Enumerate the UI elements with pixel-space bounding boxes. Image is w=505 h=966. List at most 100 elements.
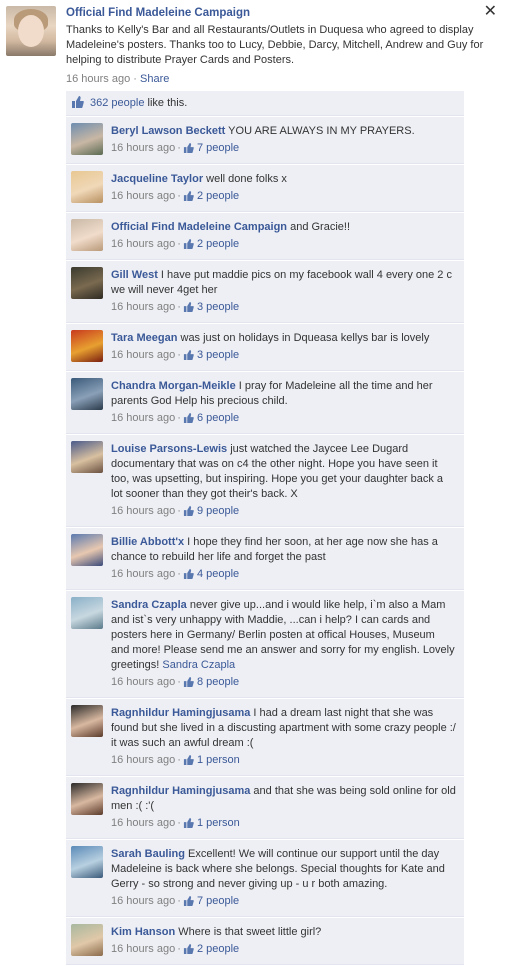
commenter-name-link[interactable]: Official Find Madeleine Campaign <box>111 221 287 233</box>
commenter-avatar[interactable] <box>71 783 103 815</box>
meta-separator: · <box>177 895 181 907</box>
like-thumb-icon <box>183 755 194 769</box>
likes-summary: 362 people like this. <box>90 97 187 109</box>
likes-count-link[interactable]: 362 people <box>90 97 144 109</box>
meta-separator: · <box>177 568 181 580</box>
comment-likes-link[interactable]: 6 people <box>194 412 239 424</box>
comment-likes-link[interactable]: 9 people <box>194 505 239 517</box>
post-author-avatar[interactable] <box>6 6 56 56</box>
commenter-name-link[interactable]: Ragnhildur Hamingjusama <box>111 785 250 797</box>
comment-row: Sandra Czapla never give up...and i woul… <box>66 591 464 698</box>
comment-likes-link[interactable]: 8 people <box>194 676 239 688</box>
comment-meta: 16 hours ago · 6 people <box>111 411 456 427</box>
like-thumb-icon <box>183 143 194 157</box>
comment-row: Gill West I have put maddie pics on my f… <box>66 261 464 323</box>
comment-meta: 16 hours ago · 3 people <box>111 300 456 316</box>
comment-text: well done folks x <box>203 173 287 185</box>
meta-separator: · <box>130 73 140 85</box>
comment-timestamp[interactable]: 16 hours ago <box>111 505 175 517</box>
comment-likes-link[interactable]: 3 people <box>194 349 239 361</box>
commenter-name-link[interactable]: Gill West <box>111 269 158 281</box>
commenter-avatar[interactable] <box>71 846 103 878</box>
like-thumb-icon <box>183 818 194 832</box>
like-thumb-icon <box>183 944 194 958</box>
comment-likes-link[interactable]: 7 people <box>194 895 239 907</box>
commenter-avatar[interactable] <box>71 171 103 203</box>
comment-timestamp[interactable]: 16 hours ago <box>111 301 175 313</box>
comment-timestamp[interactable]: 16 hours ago <box>111 754 175 766</box>
comment-meta: 16 hours ago · 1 person <box>111 753 456 769</box>
comment-likes-link[interactable]: 1 person <box>194 754 240 766</box>
meta-separator: · <box>177 142 181 154</box>
comment-likes-link[interactable]: 4 people <box>194 568 239 580</box>
comment-timestamp[interactable]: 16 hours ago <box>111 349 175 361</box>
comment-body: Ragnhildur Hamingjusama I had a dream la… <box>111 699 464 775</box>
comment-meta: 16 hours ago · 7 people <box>111 894 456 910</box>
commenter-name-link[interactable]: Tara Meegan <box>111 332 177 344</box>
post-timestamp[interactable]: 16 hours ago <box>66 73 130 85</box>
share-link[interactable]: Share <box>140 73 169 85</box>
comment-timestamp[interactable]: 16 hours ago <box>111 568 175 580</box>
commenter-avatar[interactable] <box>71 534 103 566</box>
comment-meta: 16 hours ago · 8 people <box>111 675 456 691</box>
comment-body: Sarah Bauling Excellent! We will continu… <box>111 840 464 916</box>
commenter-avatar[interactable] <box>71 924 103 956</box>
comment-timestamp[interactable]: 16 hours ago <box>111 142 175 154</box>
post-text: Thanks to Kelly's Bar and all Restaurant… <box>66 24 484 66</box>
commenter-avatar[interactable] <box>71 597 103 629</box>
post-author-link[interactable]: Official Find Madeleine Campaign <box>66 6 486 20</box>
commenter-name-link[interactable]: Ragnhildur Hamingjusama <box>111 707 250 719</box>
comment-likes-link[interactable]: 7 people <box>194 142 239 154</box>
meta-separator: · <box>177 817 181 829</box>
comment-text: YOU ARE ALWAYS IN MY PRAYERS. <box>225 125 415 137</box>
comment-row: Beryl Lawson Beckett YOU ARE ALWAYS IN M… <box>66 117 464 164</box>
comment-body: Official Find Madeleine Campaign and Gra… <box>111 213 464 259</box>
comment-meta: 16 hours ago · 7 people <box>111 141 456 157</box>
comment-timestamp[interactable]: 16 hours ago <box>111 943 175 955</box>
comment-timestamp[interactable]: 16 hours ago <box>111 412 175 424</box>
comment-body: Kim Hanson Where is that sweet little gi… <box>111 918 464 964</box>
comment-body: Chandra Morgan-Meikle I pray for Madelei… <box>111 372 464 433</box>
comment-timestamp[interactable]: 16 hours ago <box>111 676 175 688</box>
comment-likes-link[interactable]: 2 people <box>194 190 239 202</box>
comment-meta: 16 hours ago · 2 people <box>111 237 456 253</box>
comment-mention-link[interactable]: Sandra Czapla <box>162 659 235 671</box>
commenter-avatar[interactable] <box>71 123 103 155</box>
commenter-avatar[interactable] <box>71 441 103 473</box>
comment-row: Ragnhildur Hamingjusama and that she was… <box>66 777 464 839</box>
commenter-name-link[interactable]: Billie Abbott'x <box>111 536 184 548</box>
comment-likes-link[interactable]: 3 people <box>194 301 239 313</box>
comment-timestamp[interactable]: 16 hours ago <box>111 817 175 829</box>
commenter-avatar[interactable] <box>71 705 103 737</box>
comment-row: Tara Meegan was just on holidays in Dque… <box>66 324 464 371</box>
commenter-name-link[interactable]: Chandra Morgan-Meikle <box>111 380 236 392</box>
commenter-avatar[interactable] <box>71 219 103 251</box>
comment-body: Ragnhildur Hamingjusama and that she was… <box>111 777 464 838</box>
commenter-avatar[interactable] <box>71 267 103 299</box>
commenter-avatar[interactable] <box>71 330 103 362</box>
comment-row: Billie Abbott'x I hope they find her soo… <box>66 528 464 590</box>
comment-body: Billie Abbott'x I hope they find her soo… <box>111 528 464 589</box>
comment-row: Chandra Morgan-Meikle I pray for Madelei… <box>66 372 464 434</box>
commenter-name-link[interactable]: Beryl Lawson Beckett <box>111 125 225 137</box>
meta-separator: · <box>177 754 181 766</box>
meta-separator: · <box>177 676 181 688</box>
comment-timestamp[interactable]: 16 hours ago <box>111 895 175 907</box>
commenter-name-link[interactable]: Jacqueline Taylor <box>111 173 203 185</box>
commenter-name-link[interactable]: Sarah Bauling <box>111 848 185 860</box>
meta-separator: · <box>177 238 181 250</box>
comment-timestamp[interactable]: 16 hours ago <box>111 190 175 202</box>
likes-bar: 362 people like this. <box>66 91 464 116</box>
comment-meta: 16 hours ago · 2 people <box>111 942 456 958</box>
commenter-name-link[interactable]: Louise Parsons-Lewis <box>111 443 227 455</box>
like-thumb-icon <box>183 413 194 427</box>
comment-likes-link[interactable]: 1 person <box>194 817 240 829</box>
commenter-name-link[interactable]: Sandra Czapla <box>111 599 187 611</box>
comment-likes-link[interactable]: 2 people <box>194 238 239 250</box>
like-thumb-icon <box>183 569 194 583</box>
commenter-avatar[interactable] <box>71 378 103 410</box>
comment-likes-link[interactable]: 2 people <box>194 943 239 955</box>
commenter-name-link[interactable]: Kim Hanson <box>111 926 175 938</box>
comment-timestamp[interactable]: 16 hours ago <box>111 238 175 250</box>
like-thumb-icon <box>183 239 194 253</box>
